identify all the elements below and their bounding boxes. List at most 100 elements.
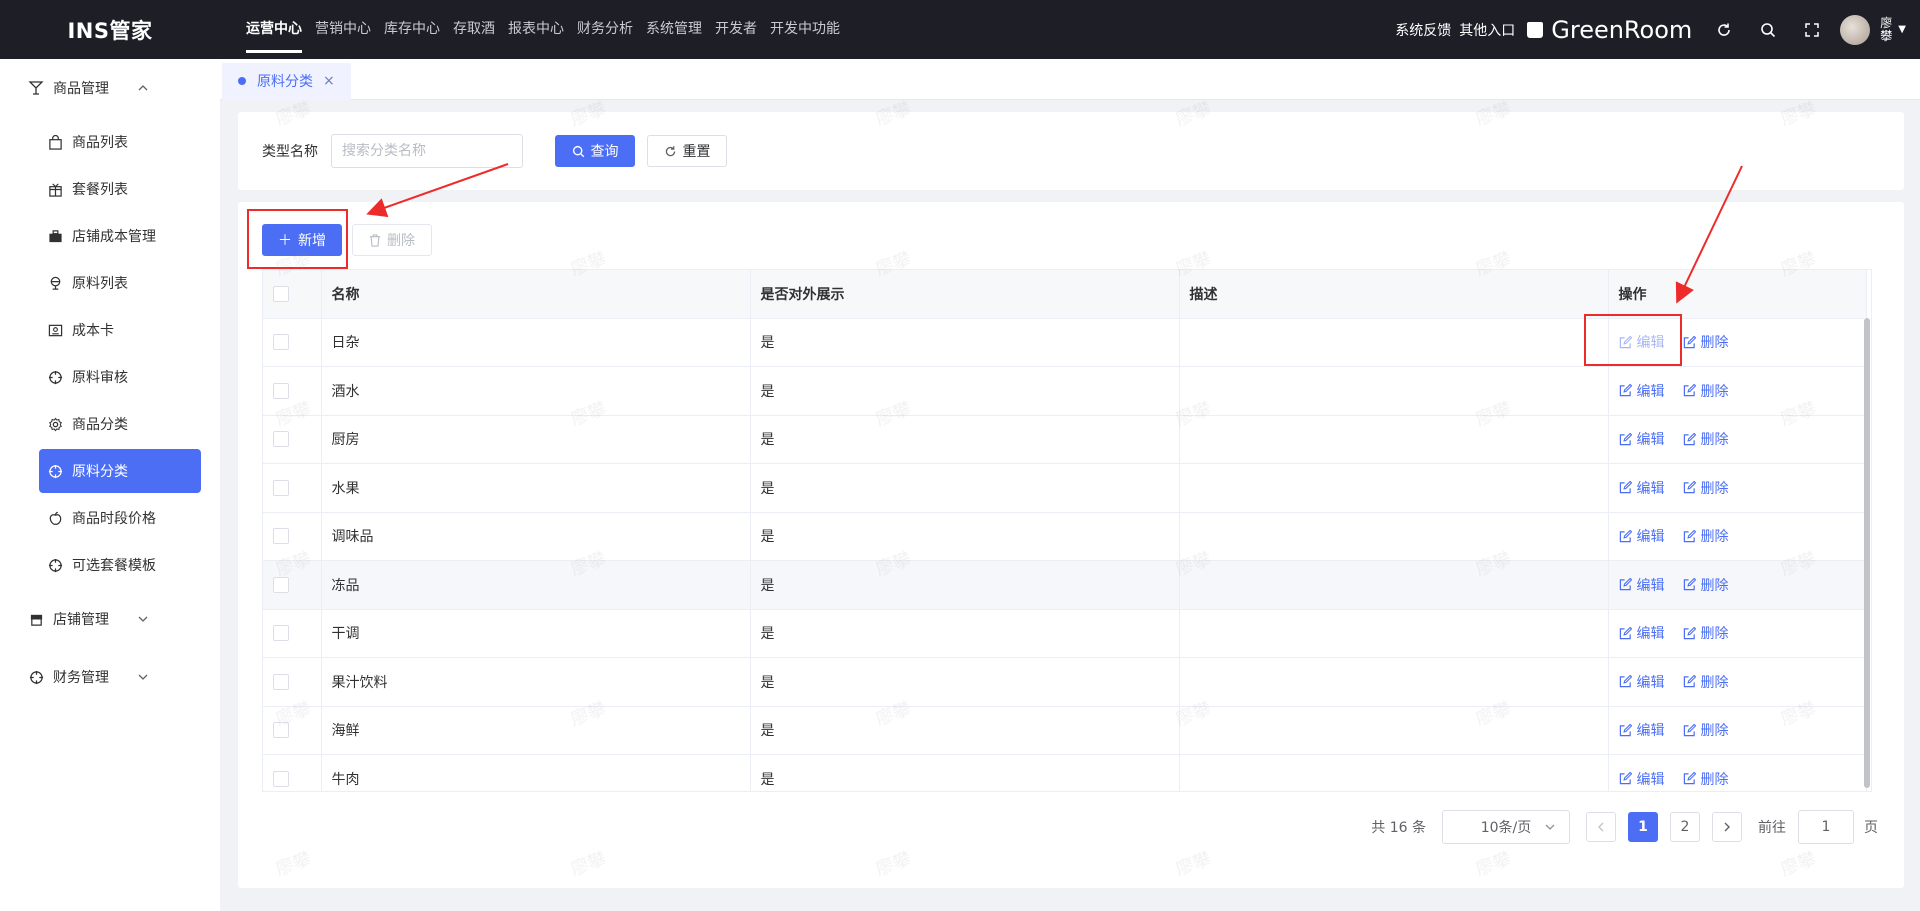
- edit-link[interactable]: 编辑: [1619, 720, 1665, 740]
- sidebar-item-product-list[interactable]: 商品列表: [39, 120, 201, 164]
- row-checkbox[interactable]: [273, 625, 289, 642]
- fullscreen-icon[interactable]: [1803, 21, 1821, 39]
- row-checkbox[interactable]: [273, 431, 289, 448]
- edit-link[interactable]: 编辑: [1619, 478, 1665, 498]
- delete-link[interactable]: 删除: [1683, 332, 1729, 352]
- user-name[interactable]: 廖 攀: [1880, 15, 1893, 43]
- feedback-link[interactable]: 系统反馈: [1395, 20, 1451, 40]
- sidebar-item-store-cost[interactable]: 店铺成本管理: [39, 214, 201, 258]
- select-all-checkbox[interactable]: [273, 285, 289, 302]
- row-checkbox[interactable]: [273, 673, 289, 690]
- avatar[interactable]: [1840, 14, 1871, 45]
- refresh-icon[interactable]: [1715, 21, 1733, 39]
- sidebar-group-store[interactable]: 店铺管理: [0, 590, 220, 648]
- page-button-1[interactable]: 1: [1628, 812, 1658, 842]
- page-size-select[interactable]: 10条/页: [1442, 810, 1570, 844]
- edit-link[interactable]: 编辑: [1619, 381, 1665, 401]
- edit-link[interactable]: 编辑: [1619, 672, 1665, 692]
- cell-actions: 编辑 删除: [1608, 609, 1867, 658]
- sidebar-item-combo-list[interactable]: 套餐列表: [39, 167, 201, 211]
- top-nav-item-marketing[interactable]: 营销中心: [315, 0, 371, 59]
- goto-page-input[interactable]: [1798, 810, 1854, 844]
- top-nav-item-inventory[interactable]: 库存中心: [384, 0, 440, 59]
- tab-material-category[interactable]: 原料分类 ×: [222, 63, 351, 100]
- delete-link[interactable]: 删除: [1683, 672, 1729, 692]
- table-row[interactable]: 牛肉是 编辑 删除: [263, 754, 1867, 791]
- goblet-icon: [28, 80, 44, 96]
- search-icon[interactable]: [1759, 21, 1777, 39]
- delete-link[interactable]: 删除: [1683, 720, 1729, 740]
- top-nav-item-ops[interactable]: 运营中心: [246, 0, 302, 59]
- sidebar-item-cost-card[interactable]: 成本卡: [39, 308, 201, 352]
- edit-link[interactable]: 编辑: [1619, 526, 1665, 546]
- user-name-line1: 廖: [1880, 15, 1893, 30]
- store-switcher[interactable]: GreenRoom: [1527, 16, 1692, 44]
- table-row[interactable]: 海鲜是 编辑 删除: [263, 706, 1867, 755]
- cell-name: 水果: [321, 463, 751, 513]
- row-checkbox[interactable]: [273, 770, 289, 787]
- app-logo[interactable]: INS管家: [0, 15, 220, 45]
- search-input[interactable]: [331, 134, 523, 168]
- cell-name: 海鲜: [321, 706, 751, 755]
- top-nav-item-wine-storage[interactable]: 存取酒: [453, 0, 495, 59]
- row-select-cell: [263, 706, 322, 755]
- edit-link[interactable]: 编辑: [1619, 429, 1665, 449]
- table-row[interactable]: 酒水是 编辑 删除: [263, 366, 1867, 416]
- table-row[interactable]: 冻品是 编辑 删除: [263, 560, 1867, 610]
- close-icon[interactable]: ×: [323, 73, 335, 89]
- top-nav-item-finance[interactable]: 财务分析: [577, 0, 633, 59]
- sidebar-item-time-price[interactable]: 商品时段价格: [39, 496, 201, 540]
- other-entry-link[interactable]: 其他入口: [1459, 20, 1515, 40]
- edit-link[interactable]: 编辑: [1619, 623, 1665, 643]
- cell-display: 是: [750, 366, 1180, 416]
- sidebar-item-combo-template[interactable]: 可选套餐模板: [39, 543, 201, 587]
- sidebar-group-finance[interactable]: 财务管理: [0, 648, 220, 706]
- delete-link[interactable]: 删除: [1683, 769, 1729, 789]
- top-nav-item-dev-features[interactable]: 开发中功能: [770, 0, 840, 59]
- cell-desc: [1179, 512, 1609, 561]
- batch-delete-button[interactable]: 删除: [352, 224, 432, 256]
- edit-link[interactable]: 编辑: [1619, 575, 1665, 595]
- top-nav-item-developer[interactable]: 开发者: [715, 0, 757, 59]
- top-nav-item-reports[interactable]: 报表中心: [508, 0, 564, 59]
- row-checkbox[interactable]: [273, 722, 289, 739]
- sidebar-item-product-category[interactable]: 商品分类: [39, 402, 201, 446]
- store-icon: [28, 611, 44, 627]
- page-suffix: 页: [1864, 820, 1878, 836]
- sidebar-item-label: 原料审核: [72, 370, 128, 386]
- query-button[interactable]: 查询: [555, 135, 635, 167]
- table-row[interactable]: 水果是 编辑 删除: [263, 463, 1867, 513]
- delete-link[interactable]: 删除: [1683, 526, 1729, 546]
- sidebar-item-material-list[interactable]: 原料列表: [39, 261, 201, 305]
- row-select-cell: [263, 657, 322, 707]
- table-row[interactable]: 厨房是 编辑 删除: [263, 415, 1867, 464]
- cell-actions: 编辑 删除: [1608, 560, 1867, 610]
- top-nav-item-system[interactable]: 系统管理: [646, 0, 702, 59]
- table-row[interactable]: 干调是 编辑 删除: [263, 609, 1867, 658]
- delete-link[interactable]: 删除: [1683, 575, 1729, 595]
- row-checkbox[interactable]: [273, 479, 289, 496]
- row-checkbox[interactable]: [273, 382, 289, 399]
- table-row[interactable]: 调味品是 编辑 删除: [263, 512, 1867, 561]
- delete-link[interactable]: 删除: [1683, 381, 1729, 401]
- next-page-button[interactable]: [1712, 812, 1742, 842]
- annotation-box-edit: [1584, 314, 1682, 366]
- sidebar-group-products[interactable]: 商品管理: [0, 59, 220, 117]
- table-row[interactable]: 果汁饮料是 编辑 删除: [263, 657, 1867, 707]
- row-checkbox[interactable]: [273, 528, 289, 545]
- sidebar-item-material-review[interactable]: 原料审核: [39, 355, 201, 399]
- delete-link[interactable]: 删除: [1683, 623, 1729, 643]
- page-button-2[interactable]: 2: [1670, 812, 1700, 842]
- delete-link[interactable]: 删除: [1683, 478, 1729, 498]
- row-checkbox[interactable]: [273, 334, 289, 351]
- prev-page-button[interactable]: [1586, 812, 1616, 842]
- delete-link[interactable]: 删除: [1683, 429, 1729, 449]
- caret-down-icon[interactable]: ▼: [1898, 24, 1906, 35]
- table-scrollbar[interactable]: [1864, 318, 1871, 788]
- reset-button[interactable]: 重置: [647, 135, 727, 167]
- row-checkbox[interactable]: [273, 576, 289, 593]
- edit-link[interactable]: 编辑: [1619, 769, 1665, 789]
- sidebar-item-material-category[interactable]: 原料分类: [39, 449, 201, 493]
- apple-icon: [47, 510, 63, 526]
- scrollbar-thumb[interactable]: [1864, 318, 1870, 788]
